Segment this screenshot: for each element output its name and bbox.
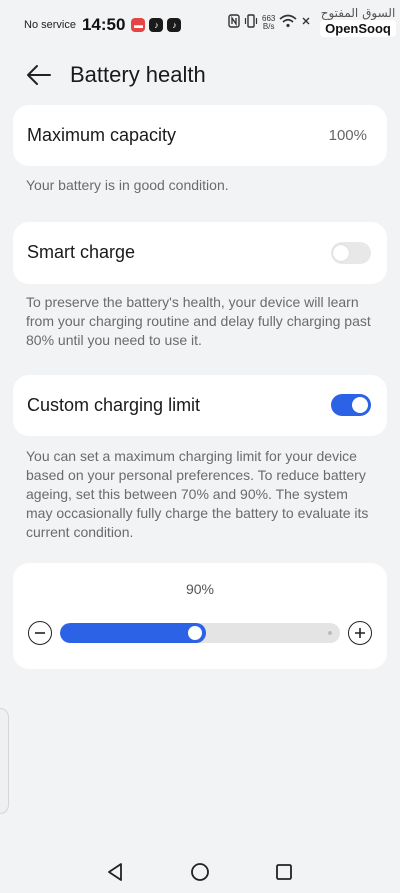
navigation-bar <box>0 850 400 893</box>
max-capacity-description: Your battery is in good condition. <box>26 177 229 193</box>
toggle-knob <box>333 245 349 261</box>
custom-limit-description: You can set a maximum charging limit for… <box>26 448 369 540</box>
custom-limit-toggle[interactable] <box>331 394 371 416</box>
decrease-button[interactable] <box>28 621 52 645</box>
nav-home-button[interactable] <box>186 858 214 886</box>
charging-limit-slider-card: 90% <box>13 563 387 669</box>
page-header: Battery health <box>0 52 400 96</box>
smart-charge-label: Smart charge <box>27 242 136 262</box>
plus-icon <box>355 628 365 638</box>
carrier-label: No service <box>24 19 76 31</box>
nav-back-button[interactable] <box>101 858 129 886</box>
battery-icon <box>301 14 311 31</box>
page-title: Battery health <box>70 62 206 87</box>
custom-limit-card[interactable]: Custom charging limit <box>13 375 387 436</box>
recents-square-icon <box>276 864 292 880</box>
net-speed-unit: B/s <box>262 21 275 31</box>
max-capacity-label: Maximum capacity <box>27 125 177 145</box>
home-circle-icon <box>191 863 209 881</box>
watermark: السوق المفتوح OpenSooq <box>318 6 398 46</box>
arrow-left-icon <box>27 65 51 85</box>
minus-icon <box>35 632 45 634</box>
net-speed: 663 B/s <box>262 14 275 31</box>
vibrate-icon <box>244 14 258 31</box>
watermark-arabic: السوق المفتوح <box>320 6 396 20</box>
tiktok-icon: ♪ <box>167 18 182 32</box>
slider-fill <box>60 623 206 643</box>
smart-charge-card[interactable]: Smart charge <box>13 222 387 284</box>
slider-thumb[interactable] <box>187 626 202 640</box>
smart-charge-description: To preserve the battery's health, your d… <box>26 294 371 348</box>
slider-end-marker <box>328 631 332 635</box>
tiktok-icon: ♪ <box>149 18 164 32</box>
nfc-icon <box>228 14 240 31</box>
wifi-icon <box>279 14 297 31</box>
status-icons: 663 B/s <box>228 14 311 31</box>
custom-limit-label: Custom charging limit <box>27 395 201 415</box>
max-capacity-card: Maximum capacity 100% <box>13 105 387 166</box>
watermark-english: OpenSooq <box>320 20 396 37</box>
max-capacity-value: 100% <box>328 127 367 144</box>
huawei-app-icon: ▬ <box>131 18 146 32</box>
back-triangle-icon <box>108 863 122 881</box>
clock: 14:50 <box>81 15 126 34</box>
back-button[interactable] <box>24 60 54 90</box>
edge-panel-handle[interactable] <box>0 708 9 814</box>
increase-button[interactable] <box>348 621 372 645</box>
slider-value-label: 90% <box>185 581 215 597</box>
smart-charge-toggle[interactable] <box>331 242 371 264</box>
nav-recents-button[interactable] <box>270 858 298 886</box>
toggle-knob <box>352 397 368 413</box>
